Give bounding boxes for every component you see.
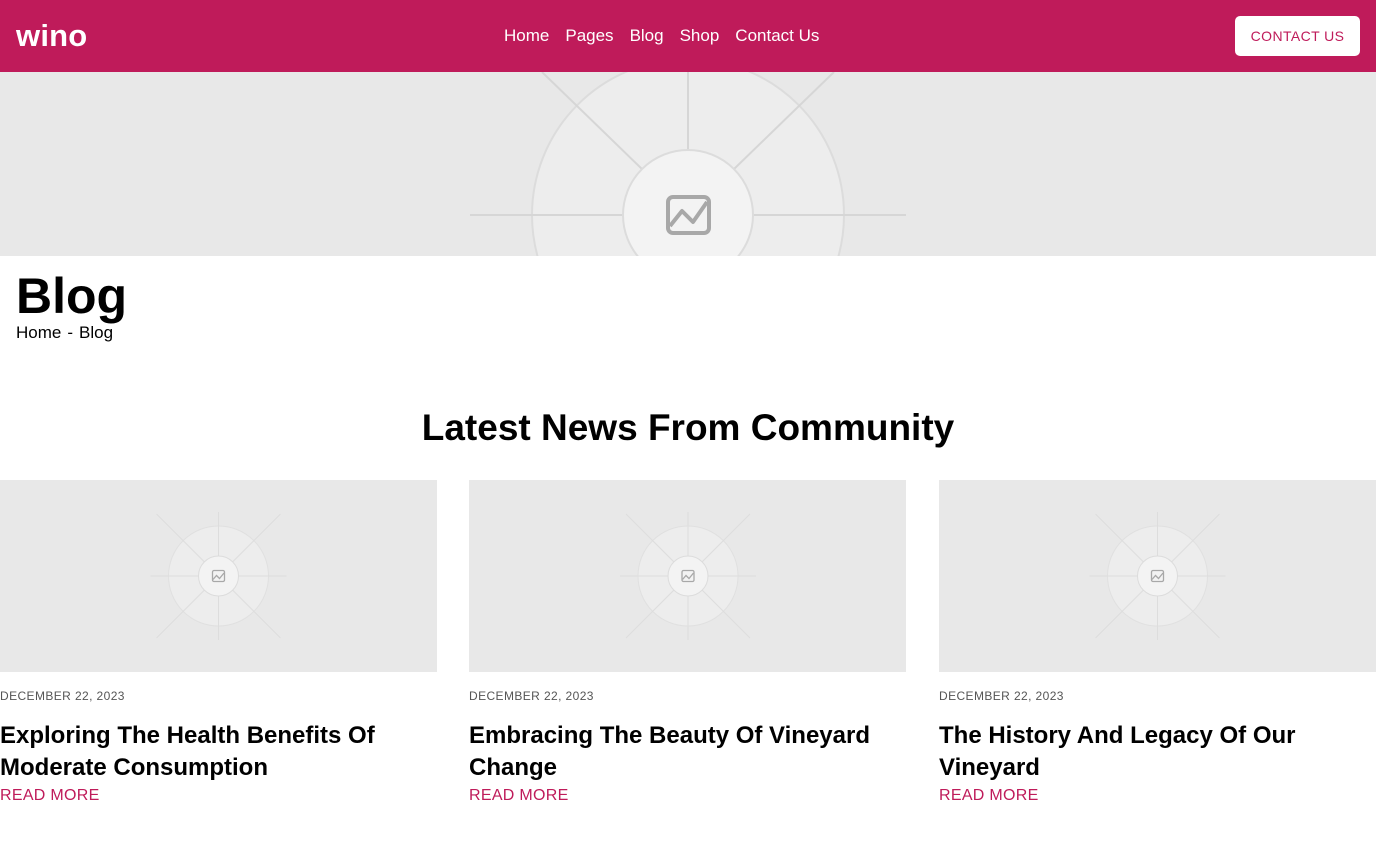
breadcrumb-current: Blog <box>79 323 114 342</box>
hero-banner-image <box>0 72 1376 256</box>
section-title: Latest News From Community <box>421 407 955 448</box>
nav-shop-link[interactable]: Shop <box>680 24 720 48</box>
blog-post-card: DECEMBER 22, 2023 Exploring The Health B… <box>0 480 437 820</box>
read-more-link[interactable]: READ MORE <box>939 786 1039 806</box>
blog-post-card: DECEMBER 22, 2023 Embracing The Beauty O… <box>469 480 906 820</box>
nav-pages-link[interactable]: Pages <box>565 24 613 48</box>
site-logo[interactable]: wino <box>16 16 87 56</box>
post-date: DECEMBER 22, 2023 <box>939 689 1064 703</box>
blog-post-card: DECEMBER 22, 2023 The History And Legacy… <box>939 480 1376 820</box>
post-thumbnail[interactable] <box>469 480 906 672</box>
breadcrumb: Home - Blog <box>16 322 113 344</box>
contact-us-button[interactable]: CONTACT US <box>1235 16 1360 56</box>
post-date: DECEMBER 22, 2023 <box>469 689 594 703</box>
image-placeholder-icon <box>620 512 756 640</box>
image-placeholder-icon <box>1089 512 1226 640</box>
post-title[interactable]: The History And Legacy Of Our Vineyard <box>939 720 1376 784</box>
breadcrumb-home-link[interactable]: Home <box>16 322 61 344</box>
breadcrumb-separator: - <box>67 323 74 342</box>
page-title: Blog <box>16 268 128 324</box>
image-placeholder-icon <box>470 72 906 256</box>
nav-home-link[interactable]: Home <box>504 24 549 48</box>
nav-contact-link[interactable]: Contact Us <box>735 24 819 48</box>
post-title[interactable]: Exploring The Health Benefits Of Moderat… <box>0 720 437 784</box>
read-more-link[interactable]: READ MORE <box>0 786 100 806</box>
post-date: DECEMBER 22, 2023 <box>0 689 125 703</box>
nav-blog-link[interactable]: Blog <box>630 24 664 48</box>
post-thumbnail[interactable] <box>0 480 437 672</box>
post-title[interactable]: Embracing The Beauty Of Vineyard Change <box>469 720 906 784</box>
image-placeholder-icon <box>150 512 287 640</box>
read-more-link[interactable]: READ MORE <box>469 786 569 806</box>
top-navbar: wino Home Pages Blog Shop Contact Us CON… <box>0 0 1376 72</box>
post-thumbnail[interactable] <box>939 480 1376 672</box>
main-nav: Home Pages Blog Shop Contact Us <box>504 24 819 48</box>
